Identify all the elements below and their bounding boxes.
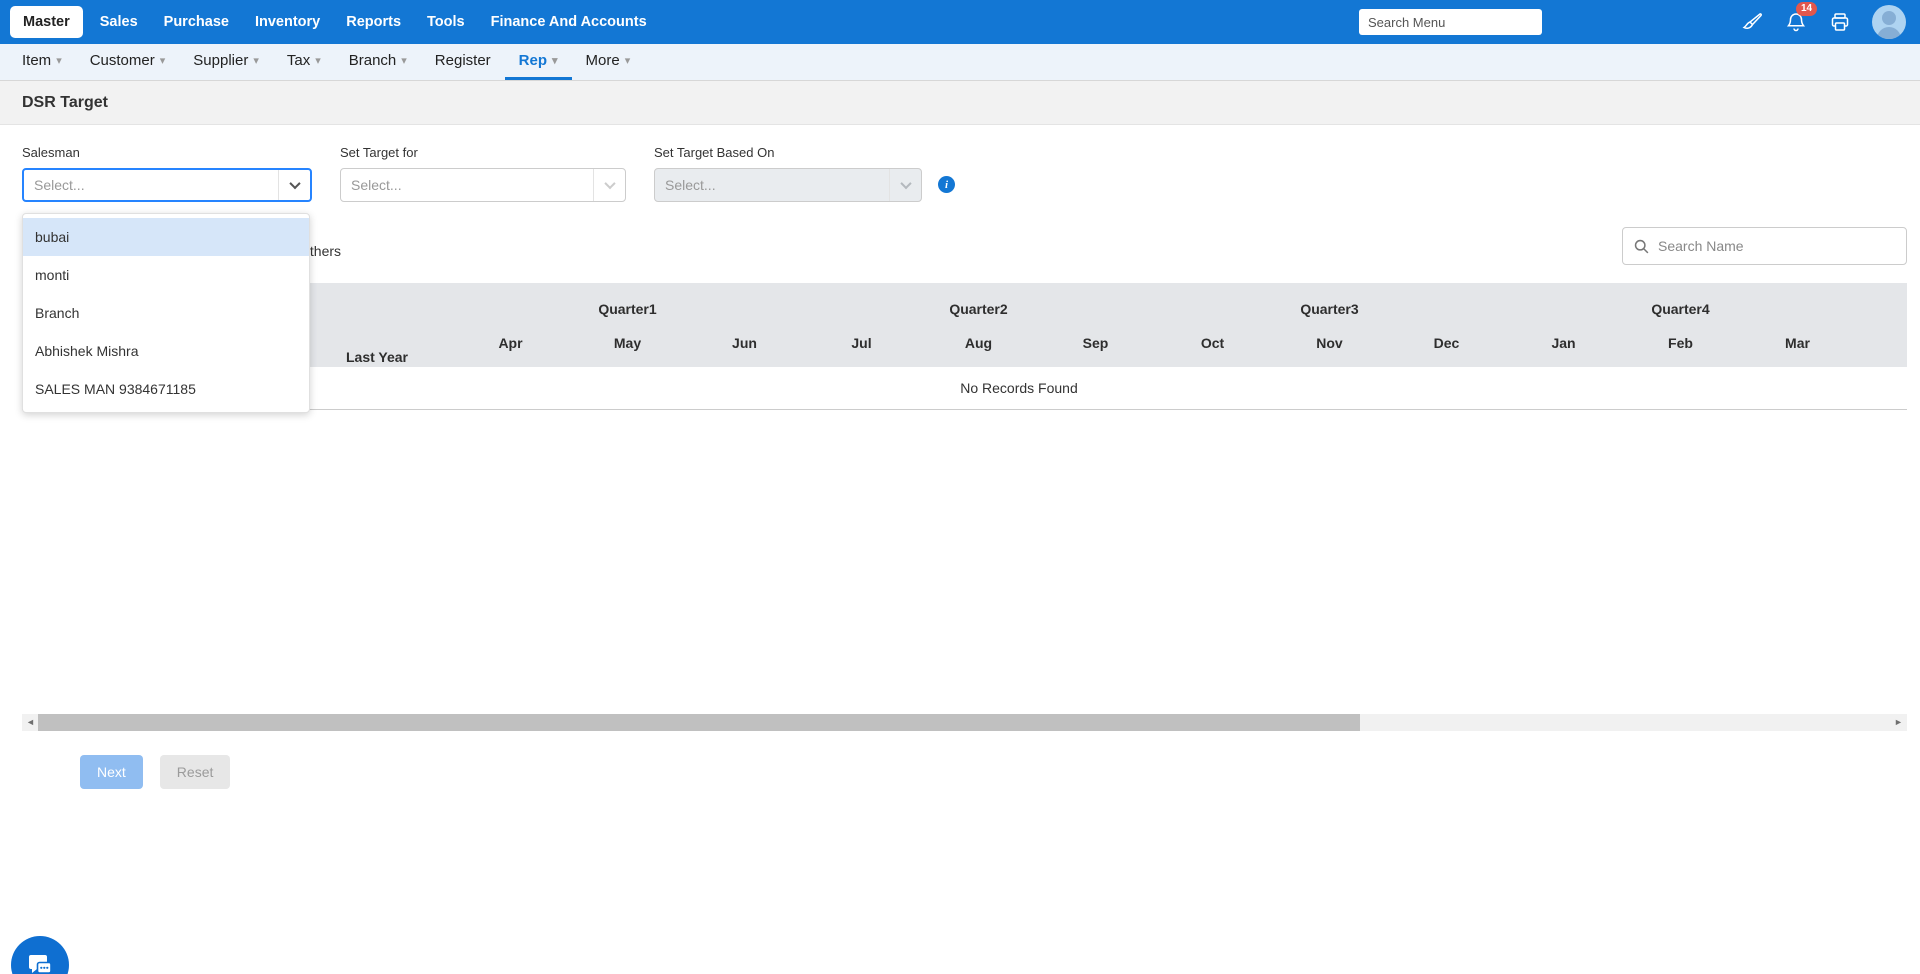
quarter4-header: Quarter4 — [1505, 283, 1856, 319]
avatar-head-shape — [1882, 11, 1896, 25]
caret-down-icon: ▾ — [159, 55, 166, 67]
subnav-item-item[interactable]: Item ▾ — [8, 44, 76, 80]
salesman-option-abhishek-mishra[interactable]: Abhishek Mishra — [23, 332, 309, 370]
salesman-filter: Salesman Select... — [22, 145, 312, 202]
caret-down-icon: ▾ — [315, 55, 321, 67]
topnav-item-purchase[interactable]: Purchase — [151, 6, 242, 38]
month-header-dec: Dec — [1388, 319, 1505, 367]
salesman-option-sales-man[interactable]: SALES MAN 9384671185 — [23, 370, 309, 408]
topnav-item-inventory[interactable]: Inventory — [242, 6, 333, 38]
page-title-bar: DSR Target — [0, 81, 1920, 125]
topnav-item-master[interactable]: Master — [10, 6, 83, 38]
subnav-label: Customer — [89, 52, 155, 69]
quarter2-header: Quarter2 — [803, 283, 1154, 319]
chat-widget-button[interactable] — [11, 936, 69, 974]
topnav-item-tools[interactable]: Tools — [414, 6, 478, 38]
salesman-dropdown-panel: bubai monti Branch Abhishek Mishra SALES… — [22, 213, 310, 413]
set-target-for-select[interactable]: Select... — [340, 168, 626, 202]
month-header-may: May — [569, 319, 686, 367]
salesman-option-bubai[interactable]: bubai — [23, 218, 309, 256]
month-header-nov: Nov — [1271, 319, 1388, 367]
subnav-item-tax[interactable]: Tax ▾ — [273, 44, 335, 80]
page-content: Salesman Select... Set Target for Select… — [0, 125, 1920, 789]
topnav-item-finance-and-accounts[interactable]: Finance And Accounts — [478, 6, 660, 38]
top-navigation-bar: Master Sales Purchase Inventory Reports … — [0, 0, 1920, 44]
subnav-item-more[interactable]: More ▾ — [572, 44, 645, 80]
subnav-label: Register — [434, 52, 491, 69]
caret-down-icon: ▾ — [401, 55, 407, 67]
notifications-bell-icon[interactable]: 14 — [1784, 2, 1818, 34]
scroll-left-arrow-icon[interactable]: ◄ — [22, 714, 39, 731]
set-target-for-filter: Set Target for Select... — [340, 145, 626, 202]
menu-search-input[interactable] — [1359, 9, 1542, 35]
subnav-label: Branch — [348, 52, 397, 69]
subnav-label: Tax — [286, 52, 311, 69]
name-search-input[interactable] — [1658, 238, 1896, 254]
module-sub-navigation: Item ▾ Customer ▾ Supplier ▾ Tax ▾ Branc… — [0, 44, 1920, 81]
topnav-item-sales[interactable]: Sales — [87, 6, 151, 38]
caret-down-icon: ▾ — [253, 55, 259, 67]
user-avatar[interactable] — [1872, 5, 1906, 39]
action-buttons-row: Next Reset — [80, 754, 1907, 789]
subnav-label: Supplier — [193, 52, 249, 69]
set-target-based-on-select[interactable]: Select... — [654, 168, 922, 202]
month-header-jan: Jan — [1505, 319, 1622, 367]
salesman-select[interactable]: Select... — [22, 168, 312, 202]
name-search-box — [1622, 227, 1907, 265]
month-header-jun: Jun — [686, 319, 803, 367]
topnav-item-reports[interactable]: Reports — [333, 6, 414, 38]
month-header-apr: Apr — [452, 319, 569, 367]
subnav-item-customer[interactable]: Customer ▾ — [76, 44, 180, 80]
horizontal-scrollbar[interactable]: ◄ ► — [22, 713, 1907, 731]
scroll-right-arrow-icon[interactable]: ► — [1890, 714, 1907, 731]
quarter1-header: Quarter1 — [452, 283, 803, 319]
filters-row: Salesman Select... Set Target for Select… — [22, 145, 1907, 202]
subnav-label: Item — [22, 52, 52, 69]
set-target-based-on-label: Set Target Based On — [654, 145, 775, 160]
month-header-oct: Oct — [1154, 319, 1271, 367]
info-icon[interactable]: i — [938, 176, 955, 193]
subnav-item-branch[interactable]: Branch ▾ — [335, 44, 421, 80]
scrollbar-thumb[interactable] — [38, 713, 1360, 731]
salesman-option-branch[interactable]: Branch — [23, 294, 309, 332]
subnav-item-register[interactable]: Register — [421, 44, 505, 80]
search-icon — [1634, 239, 1649, 253]
notification-count-badge: 14 — [1796, 2, 1818, 16]
caret-down-icon: ▾ — [624, 55, 631, 67]
set-target-based-on-filter: Set Target Based On Select... — [654, 145, 922, 202]
quarter3-header: Quarter3 — [1154, 283, 1505, 319]
salesman-option-monti[interactable]: monti — [23, 256, 309, 294]
printer-icon[interactable] — [1828, 10, 1852, 34]
subnav-label: More — [585, 52, 620, 69]
caret-down-icon: ▾ — [552, 55, 558, 67]
subnav-item-supplier[interactable]: Supplier ▾ — [179, 44, 273, 80]
set-target-based-on-select-value: Select... — [665, 177, 716, 193]
month-header-aug: Aug — [920, 319, 1037, 367]
caret-down-icon: ▾ — [56, 55, 62, 67]
month-header-mar: Mar — [1739, 319, 1856, 367]
truncated-column-header — [1856, 283, 1907, 367]
chevron-down-icon — [593, 169, 625, 201]
avatar-body-shape — [1877, 27, 1901, 39]
month-header-feb: Feb — [1622, 319, 1739, 367]
chevron-down-icon — [889, 169, 921, 201]
chat-bubbles-icon — [29, 955, 52, 974]
subnav-item-rep[interactable]: Rep ▾ — [504, 44, 572, 80]
chevron-down-icon — [278, 170, 310, 200]
salesman-label: Salesman — [22, 145, 80, 160]
paintbrush-icon[interactable] — [1740, 10, 1764, 34]
page-title: DSR Target — [22, 93, 108, 111]
last-year-column-header: Last Year — [302, 283, 452, 367]
month-header-jul: Jul — [803, 319, 920, 367]
next-button[interactable]: Next — [80, 754, 143, 789]
salesman-select-value: Select... — [34, 177, 85, 193]
set-target-for-select-value: Select... — [351, 177, 402, 193]
month-header-sep: Sep — [1037, 319, 1154, 367]
subnav-label: Rep — [518, 52, 547, 69]
reset-button[interactable]: Reset — [159, 754, 231, 789]
set-target-for-label: Set Target for — [340, 145, 418, 160]
